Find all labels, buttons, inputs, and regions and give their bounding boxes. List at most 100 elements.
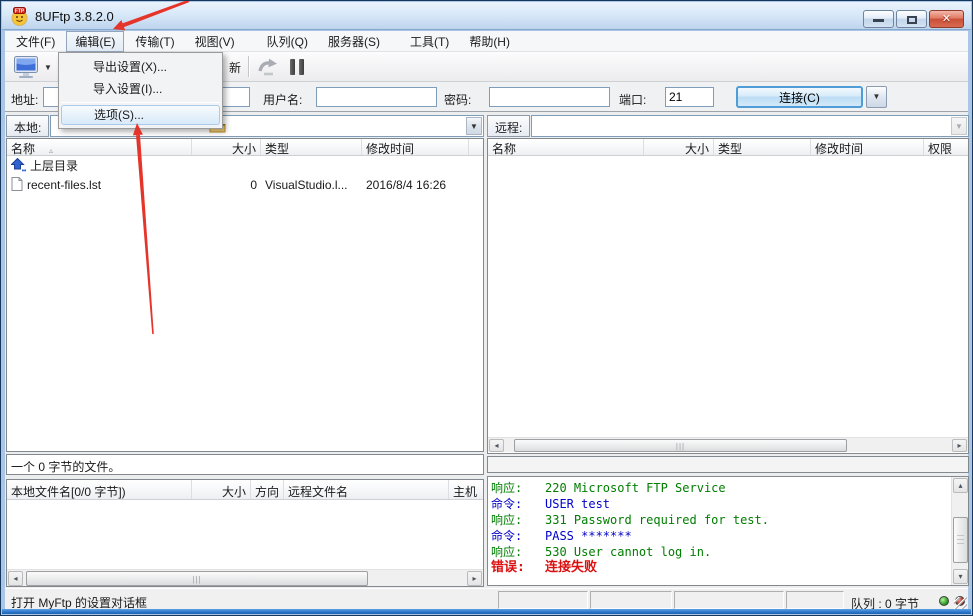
local-file-list: 上层目录 recent-files.lst 0 xyxy=(7,156,483,451)
remote-col-perms[interactable]: 权限 xyxy=(924,139,968,155)
scroll-right-icon[interactable]: ▸ xyxy=(467,571,482,586)
menu-item-import-settings[interactable]: 导入设置(I)... xyxy=(60,78,221,100)
queue-hscrollbar: ◂ ||| ▸ xyxy=(7,569,483,586)
remote-hscrollbar: ◂ ||| ▸ xyxy=(488,437,968,452)
local-col-type[interactable]: 类型 xyxy=(261,139,362,155)
log-line: 命令:PASS ******* xyxy=(491,528,948,544)
menu-bar: 文件(F) 编辑(E) 传输(T) 视图(V) 队列(Q) 服务器(S) 工具(… xyxy=(5,31,968,52)
menu-help[interactable]: 帮助(H) xyxy=(460,31,519,52)
remote-status-strip xyxy=(487,456,969,473)
status-cell xyxy=(674,591,784,609)
log-line-error: 错误:连接失败 xyxy=(491,560,948,576)
local-tab[interactable]: 本地: xyxy=(6,115,49,137)
menu-item-export-settings[interactable]: 导出设置(X)... xyxy=(60,56,221,78)
table-row-parent-dir[interactable]: 上层目录 xyxy=(7,156,483,175)
pause-icon[interactable] xyxy=(290,59,308,78)
client-area: 本地: ▼ 名称▵ 大小 类型 修改时间 xyxy=(5,112,968,588)
password-input[interactable] xyxy=(489,87,610,107)
maximize-button[interactable] xyxy=(896,10,927,28)
local-file-box: 名称▵ 大小 类型 修改时间 上层目录 xyxy=(6,138,484,452)
status-cell xyxy=(590,591,672,609)
queue-col-host[interactable]: 主机 xyxy=(449,480,483,499)
menu-server[interactable]: 服务器(S) xyxy=(319,31,389,52)
menu-transfer[interactable]: 传输(T) xyxy=(126,31,183,52)
remote-tab[interactable]: 远程: xyxy=(487,115,530,137)
scroll-down-icon[interactable]: ▾ xyxy=(953,569,968,584)
menu-separator xyxy=(61,102,220,103)
queue-size-status: 队列 : 0 字节 xyxy=(846,591,934,609)
log-vscrollbar: ▴ ——— ▾ xyxy=(951,477,968,585)
close-button[interactable]: ✕ xyxy=(929,10,964,28)
app-window: FTP 8UFtp 3.8.2.0 ✕ 文件(F) 编辑(E) 传输(T) 视图… xyxy=(0,0,973,616)
remote-path-dropdown-icon: ▼ xyxy=(951,117,967,135)
local-status-text: 一个 0 字节的文件。 xyxy=(6,454,484,475)
connect-button[interactable]: 连接(C) xyxy=(736,86,863,108)
port-label: 端口: xyxy=(619,91,646,108)
maximize-icon xyxy=(907,16,917,24)
remote-panel: 远程: ▼ 名称 大小 类型 修改时间 权限 ◂ ||| ▸ xyxy=(487,113,969,587)
local-col-name[interactable]: 名称▵ xyxy=(7,139,192,155)
username-input[interactable] xyxy=(316,87,437,107)
up-directory-icon xyxy=(11,158,26,172)
log-line: 响应:220 Microsoft FTP Service xyxy=(491,480,948,496)
log-box: 响应:220 Microsoft FTP Service 命令:USER tes… xyxy=(487,476,969,586)
scroll-left-icon[interactable]: ◂ xyxy=(8,571,23,586)
address-label: 地址: xyxy=(11,91,38,108)
file-icon xyxy=(11,177,23,191)
remote-path-combobox[interactable]: ▼ xyxy=(531,115,969,137)
queue-box: 本地文件名[0/0 字节]) 大小 方向 远程文件名 主机 ◂ ||| ▸ xyxy=(6,479,484,587)
log-line: 响应:331 Password required for test. xyxy=(491,512,948,528)
connect-options-dropdown[interactable]: ▼ xyxy=(866,86,887,108)
queue-col-local[interactable]: 本地文件名[0/0 字节]) xyxy=(7,480,192,499)
remote-col-size[interactable]: 大小 xyxy=(644,139,714,155)
status-cell xyxy=(498,591,588,609)
log-line: 响应:530 User cannot log in. xyxy=(491,544,948,560)
menu-edit[interactable]: 编辑(E) xyxy=(66,31,124,52)
minimize-button[interactable] xyxy=(863,10,894,28)
status-bar: 打开 MyFtp 的设置对话框 队列 : 0 字节 xyxy=(5,588,968,611)
queue-col-size[interactable]: 大小 xyxy=(192,480,251,499)
connect-computer-icon[interactable] xyxy=(13,55,40,79)
app-ftp-smiley-icon: FTP xyxy=(10,7,29,26)
transfer-arrow-icon[interactable] xyxy=(257,56,281,78)
green-led-icon xyxy=(939,596,949,606)
queue-list xyxy=(7,500,483,569)
remote-col-name[interactable]: 名称 xyxy=(488,139,644,155)
local-panel: 本地: ▼ 名称▵ 大小 类型 修改时间 xyxy=(6,113,484,587)
local-path-dropdown-icon[interactable]: ▼ xyxy=(466,117,482,135)
menu-queue[interactable]: 队列(Q) xyxy=(258,31,317,52)
menu-view[interactable]: 视图(V) xyxy=(186,31,244,52)
queue-col-remote[interactable]: 远程文件名 xyxy=(284,480,449,499)
queue-col-direction[interactable]: 方向 xyxy=(251,480,284,499)
menu-tools[interactable]: 工具(T) xyxy=(401,31,458,52)
log-line: 命令:USER test xyxy=(491,496,948,512)
close-icon: ✕ xyxy=(930,12,963,25)
scroll-up-icon[interactable]: ▴ xyxy=(953,478,968,493)
refresh-button-partial-label[interactable]: 新 xyxy=(229,59,241,76)
toolbar-separator xyxy=(248,56,249,77)
remote-hscroll-thumb[interactable]: ||| xyxy=(514,439,847,452)
scroll-left-icon[interactable]: ◂ xyxy=(489,439,504,452)
sort-ascending-icon: ▵ xyxy=(49,146,53,155)
minimize-icon xyxy=(873,19,884,22)
remote-file-list xyxy=(488,156,968,437)
username-label: 用户名: xyxy=(263,91,302,108)
local-col-size[interactable]: 大小 xyxy=(192,139,261,155)
window-title: 8UFtp 3.8.2.0 xyxy=(35,9,114,24)
menu-item-options[interactable]: 选项(S)... xyxy=(61,105,220,125)
title-bar[interactable]: FTP 8UFtp 3.8.2.0 ✕ xyxy=(2,2,971,30)
port-input[interactable] xyxy=(665,87,714,107)
remote-col-modified[interactable]: 修改时间 xyxy=(811,139,924,155)
local-col-modified[interactable]: 修改时间 xyxy=(362,139,469,155)
scroll-right-icon[interactable]: ▸ xyxy=(952,439,967,452)
status-cell xyxy=(786,591,844,609)
log-vscroll-thumb[interactable]: ——— xyxy=(953,517,968,563)
password-label: 密码: xyxy=(444,91,471,108)
table-row-file[interactable]: recent-files.lst 0 VisualStudio.l... 201… xyxy=(7,175,483,194)
queue-hscroll-thumb[interactable]: ||| xyxy=(26,571,368,586)
connect-dropdown-arrow-icon[interactable]: ▼ xyxy=(44,63,52,72)
remote-file-box: 名称 大小 类型 修改时间 权限 ◂ ||| ▸ xyxy=(487,138,969,454)
remote-col-type[interactable]: 类型 xyxy=(714,139,811,155)
edit-menu-popup: 导出设置(X)... 导入设置(I)... 选项(S)... xyxy=(58,52,223,129)
menu-file[interactable]: 文件(F) xyxy=(7,31,64,52)
